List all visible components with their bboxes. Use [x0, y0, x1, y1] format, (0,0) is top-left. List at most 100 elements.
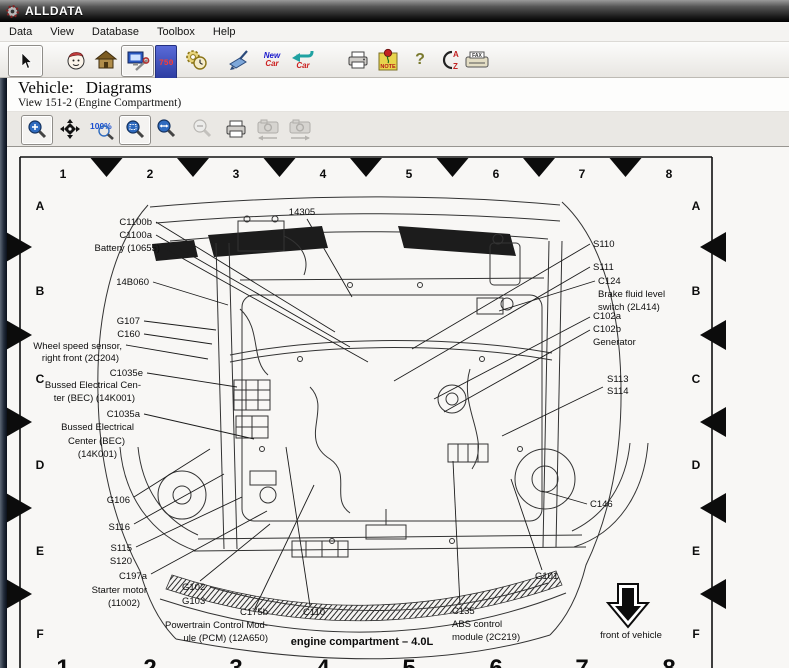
sort-az-button[interactable]: A Z	[432, 45, 462, 75]
label-g102: G102	[182, 582, 205, 593]
label-c102a: C102a	[593, 311, 622, 322]
label-s111: S111	[593, 262, 614, 273]
svg-text:Bussed Electrical: Bussed Electrical	[61, 422, 134, 433]
print-diagram-button[interactable]	[221, 115, 251, 143]
vehicle-value: Diagrams	[86, 78, 152, 97]
next-view-button-disabled[interactable]	[285, 115, 315, 143]
svg-text:F: F	[692, 627, 699, 641]
zoom-100-button[interactable]: 100%	[87, 115, 119, 143]
zoom-in-button[interactable]	[21, 115, 53, 145]
label-s114: S114	[607, 386, 628, 397]
menu-view[interactable]: View	[41, 24, 83, 40]
svg-text:F: F	[36, 627, 43, 641]
label-c160: C160	[117, 329, 140, 340]
pointer-icon	[18, 52, 34, 70]
menu-data[interactable]: Data	[0, 24, 41, 40]
alldata-gear-icon	[5, 4, 20, 19]
svg-text:Starter motor: Starter motor	[92, 585, 147, 596]
label-s113: S113	[607, 374, 628, 385]
front-of-vehicle-marker: front of vehicle	[600, 584, 662, 641]
grid-bottom-labels-clipped: 1 2 3 4 5 6 7 8	[56, 655, 675, 668]
label-c102b: C102b	[593, 324, 621, 335]
svg-text:2: 2	[147, 167, 154, 181]
pointer-button[interactable]	[8, 45, 43, 77]
svg-text:Generator: Generator	[593, 337, 636, 348]
zoom-width-button[interactable]	[151, 115, 181, 143]
paint-tool-button[interactable]	[224, 45, 254, 75]
note-button[interactable]: NOTE	[374, 45, 402, 75]
print-button[interactable]	[344, 45, 372, 75]
menu-help[interactable]: Help	[204, 24, 245, 40]
vehicle-label: Vehicle:	[18, 78, 74, 97]
new-car-button[interactable]: New Car	[258, 45, 286, 75]
svg-text:Powertrain Control Mod-: Powertrain Control Mod-	[165, 620, 268, 631]
svg-text:C: C	[36, 372, 45, 386]
settings-clock-button[interactable]	[181, 45, 211, 75]
az-z-label: Z	[453, 62, 458, 71]
label-c110: C110	[303, 607, 325, 618]
svg-text:3: 3	[229, 655, 242, 668]
title-bar[interactable]: ALLDATA	[0, 0, 789, 22]
fax-button[interactable]: FAX	[461, 45, 493, 75]
menu-database[interactable]: Database	[83, 24, 148, 40]
label-battery: Battery (10655)	[95, 243, 160, 254]
grid-right-markers	[700, 232, 726, 609]
assistant-icon	[64, 48, 88, 72]
diagram-viewer-icon	[126, 49, 150, 73]
camera-next-icon	[287, 117, 313, 141]
svg-text:Center (BEC): Center (BEC)	[68, 436, 125, 447]
label-c124: C124	[598, 276, 621, 287]
note-text: NOTE	[380, 64, 396, 70]
previous-car-button[interactable]: Car	[288, 45, 318, 75]
grid-top-markers	[91, 158, 642, 177]
menu-toolbox[interactable]: Toolbox	[148, 24, 204, 40]
page-title: Vehicle: Diagrams	[18, 78, 152, 98]
home-button[interactable]	[92, 45, 120, 75]
svg-text:Wheel speed sensor,: Wheel speed sensor,	[33, 341, 122, 352]
zoom-region-button[interactable]	[119, 115, 151, 145]
svg-text:B: B	[36, 284, 45, 298]
diagram-viewer-button[interactable]	[121, 45, 154, 77]
camera-previous-icon	[255, 117, 281, 141]
label-g107: G107	[117, 316, 140, 327]
label-g101: G101	[535, 571, 558, 582]
svg-text:D: D	[692, 458, 701, 472]
pan-button[interactable]	[55, 115, 85, 143]
label-g103: G103	[182, 596, 205, 607]
front-of-vehicle-label: front of vehicle	[600, 630, 662, 641]
svg-text:7: 7	[575, 655, 588, 668]
diagram-caption: engine compartment – 4.0L	[291, 636, 434, 648]
svg-text:right front (2C204): right front (2C204)	[42, 353, 119, 364]
fax-text: FAX	[472, 53, 482, 59]
label-14305: 14305	[289, 207, 315, 218]
window-left-border	[0, 78, 7, 668]
label-c197a: C197a	[119, 571, 148, 582]
svg-text:6: 6	[489, 655, 502, 668]
zoom-in-icon	[26, 119, 48, 141]
zoom-region-icon	[124, 119, 146, 141]
label-s110: S110	[593, 239, 614, 250]
svg-text:C: C	[692, 372, 701, 386]
label-s120: S120	[110, 556, 132, 567]
svg-text:3: 3	[233, 167, 240, 181]
diagram-viewport[interactable]: 1 2 3 4 5 6 7 8 A B C D E F A B C D E F …	[7, 147, 789, 668]
assistant-button[interactable]	[62, 45, 90, 75]
svg-text:(11002): (11002)	[108, 598, 140, 609]
label-s116: S116	[109, 522, 130, 533]
help-button[interactable]: ?	[412, 45, 428, 75]
zoom-out-button-disabled[interactable]	[187, 115, 217, 143]
menu-bar: Data View Database Toolbox Help	[0, 22, 789, 42]
label-c146: C146	[590, 499, 613, 510]
svg-text:5: 5	[402, 655, 415, 668]
odometer-value: 750	[159, 60, 173, 68]
label-g106: G106	[107, 495, 130, 506]
note-icon: NOTE	[376, 47, 400, 73]
fax-icon: FAX	[463, 49, 491, 71]
svg-text:module (2C219): module (2C219)	[452, 632, 520, 643]
pan-icon	[59, 118, 81, 140]
svg-text:1: 1	[56, 655, 69, 668]
svg-text:1: 1	[60, 167, 67, 181]
svg-text:(14K001): (14K001)	[78, 449, 117, 460]
printer-icon	[225, 119, 247, 139]
previous-view-button-disabled[interactable]	[253, 115, 283, 143]
